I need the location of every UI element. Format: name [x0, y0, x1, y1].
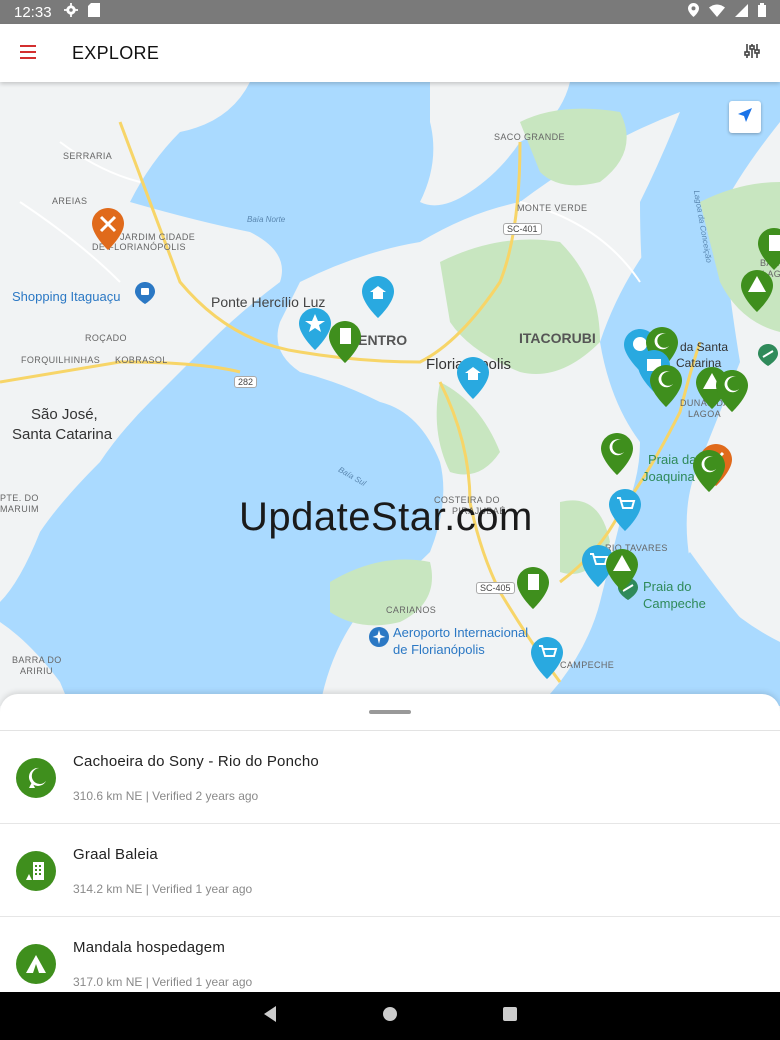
shelter-marker-icon[interactable]: [362, 276, 394, 318]
map-label: MARUIM: [0, 504, 39, 514]
map-label: Praia do: [643, 579, 692, 594]
map-view[interactable]: SERRARIA AREIAS JARDIM CIDADE DE FLORIAN…: [0, 82, 780, 706]
map-label: Praia da: [648, 452, 697, 467]
list-item[interactable]: Graal Baleia 314.2 km NE | Verified 1 ye…: [0, 824, 780, 917]
menu-button[interactable]: [0, 24, 56, 82]
shelter-marker-icon[interactable]: [457, 357, 489, 399]
list-item[interactable]: Cachoeira do Sony - Rio do Poncho 310.6 …: [0, 731, 780, 824]
tent-marker-icon[interactable]: [741, 270, 773, 312]
place-name: Cachoeira do Sony - Rio do Poncho: [73, 753, 319, 770]
repair-marker-icon[interactable]: [92, 208, 124, 250]
moon-marker-icon[interactable]: [693, 450, 725, 492]
map-label-shopping[interactable]: Shopping Itaguaçu: [12, 289, 120, 304]
moon-marker-icon[interactable]: [650, 365, 682, 407]
tent-marker-icon[interactable]: [606, 549, 638, 591]
map-label: Joaquina: [642, 469, 695, 484]
map-label: SERRARIA: [63, 151, 113, 161]
map-label-airport-2: de Florianópolis: [393, 642, 485, 657]
map-label: BARRA DO: [12, 655, 62, 665]
shop-marker-icon[interactable]: [531, 637, 563, 679]
hotel-marker-icon[interactable]: [517, 567, 549, 609]
tent-icon: [16, 944, 56, 984]
map-label: São José,: [31, 406, 98, 423]
map-label: ARIRIU: [20, 666, 53, 676]
filter-button[interactable]: [724, 24, 780, 82]
map-label: ITACORUBI: [519, 330, 596, 346]
back-button[interactable]: [262, 1005, 278, 1027]
map-label: Santa Catarina: [12, 426, 113, 443]
app-bar: EXPLORE: [0, 24, 780, 82]
hotel-marker-icon[interactable]: [329, 321, 361, 363]
airport-icon: [369, 627, 389, 651]
route-badge: SC-405: [476, 582, 515, 594]
map-label: Campeche: [643, 596, 706, 611]
map-label: CARIANOS: [386, 605, 437, 615]
home-button[interactable]: [382, 1006, 398, 1026]
map-label: JARDIM CIDADE: [120, 232, 196, 242]
system-nav-bar: [0, 992, 780, 1040]
star-marker-icon[interactable]: [299, 308, 331, 350]
place-meta: 317.0 km NE | Verified 1 year ago: [73, 975, 253, 989]
page-title: EXPLORE: [72, 42, 160, 63]
map-label: MONTE VERDE: [517, 203, 588, 213]
map-label: CAMPECHE: [560, 660, 615, 670]
hotel-icon: [16, 851, 56, 891]
map-label-airport[interactable]: Aeroporto Internacional: [393, 625, 528, 640]
places-list: Cachoeira do Sony - Rio do Poncho 310.6 …: [0, 731, 780, 992]
map-label: Baía Norte: [247, 215, 286, 224]
beach-icon: [758, 344, 778, 370]
place-name: Mandala hospedagem: [73, 939, 226, 956]
place-meta: 310.6 km NE | Verified 2 years ago: [73, 789, 259, 803]
sd-card-icon: [87, 3, 100, 21]
battery-icon: [758, 3, 766, 21]
moon-marker-icon[interactable]: [716, 370, 748, 412]
signal-icon: [735, 3, 748, 21]
place-name: Graal Baleia: [73, 846, 158, 863]
status-time: 12:33: [14, 3, 52, 21]
map-label: da Santa: [680, 340, 729, 354]
place-meta: 314.2 km NE | Verified 1 year ago: [73, 882, 253, 896]
map-label: ROÇADO: [85, 333, 127, 343]
moon-marker-icon[interactable]: [601, 433, 633, 475]
navigation-arrow-icon: [737, 107, 753, 127]
route-badge: SC-401: [503, 223, 542, 235]
list-item[interactable]: Mandala hospedagem 317.0 km NE | Verifie…: [0, 917, 780, 992]
places-bottom-sheet[interactable]: Cachoeira do Sony - Rio do Poncho 310.6 …: [0, 694, 780, 992]
location-icon: [688, 3, 699, 21]
recents-button[interactable]: [502, 1006, 518, 1026]
status-bar: 12:33: [0, 0, 780, 24]
map-label: PTE. DO: [0, 493, 39, 503]
shopping-bag-icon: [135, 282, 155, 308]
shop-marker-icon[interactable]: [609, 489, 641, 531]
map-label: AREIAS: [52, 196, 88, 206]
wifi-icon: [709, 4, 725, 21]
watermark: UpdateStar.com: [239, 495, 533, 539]
route-badge: 282: [234, 376, 258, 388]
hotel-marker-icon[interactable]: [758, 228, 780, 270]
moon-tent-icon: [16, 758, 56, 798]
map-label: FORQUILHINHAS: [21, 355, 101, 365]
settings-gear-icon: [63, 3, 78, 21]
map-label: SACO GRANDE: [494, 132, 565, 142]
map-label: KOBRASOL: [115, 355, 168, 365]
filter-sliders-icon: [744, 43, 760, 63]
my-location-button[interactable]: [729, 101, 761, 133]
hamburger-menu-icon: [20, 44, 36, 63]
sheet-drag-handle[interactable]: [369, 710, 411, 714]
